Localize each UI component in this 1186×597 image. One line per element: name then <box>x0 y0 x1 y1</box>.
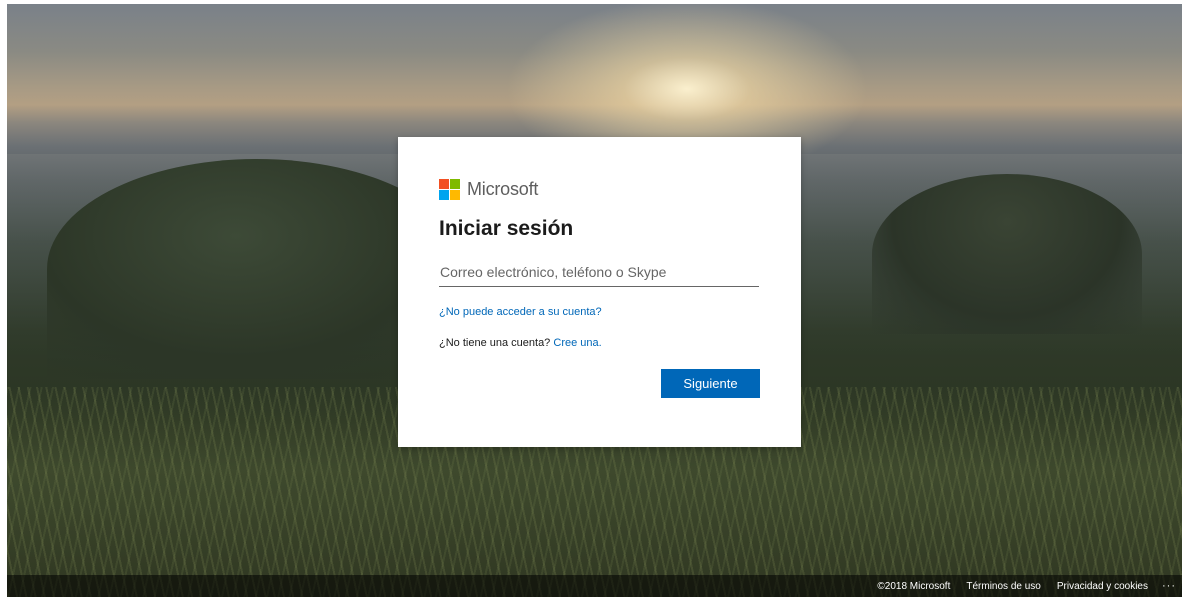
brand-name: Microsoft <box>467 178 539 199</box>
create-account-link[interactable]: Cree una. <box>553 337 601 349</box>
brand-header: Microsoft <box>439 177 760 201</box>
login-page: Microsoft Iniciar sesión ¿No puede acced… <box>7 4 1182 597</box>
logo-square-blue <box>439 189 449 200</box>
footer-bar: ©2018 Microsoft Términos de uso Privacid… <box>7 575 1182 597</box>
signin-card: Microsoft Iniciar sesión ¿No puede acced… <box>398 137 801 447</box>
right-hill <box>872 174 1142 334</box>
no-account-row: ¿No tiene una cuenta? Cree una. <box>439 337 760 349</box>
cant-access-row: ¿No puede acceder a su cuenta? <box>439 306 760 318</box>
terms-of-use-link[interactable]: Términos de uso <box>966 581 1040 592</box>
logo-square-red <box>439 178 449 189</box>
more-options-icon[interactable]: ··· <box>1162 580 1176 592</box>
page-title: Iniciar sesión <box>439 217 574 240</box>
copyright-text: ©2018 Microsoft <box>877 580 951 592</box>
next-button[interactable]: Siguiente <box>661 369 760 398</box>
email-phone-skype-input[interactable] <box>439 257 759 287</box>
actions-row: Siguiente <box>439 369 760 398</box>
cant-access-account-link[interactable]: ¿No puede acceder a su cuenta? <box>439 306 602 318</box>
logo-square-yellow <box>450 189 460 200</box>
no-account-text: ¿No tiene una cuenta? <box>439 337 551 349</box>
microsoft-logo-icon <box>439 178 460 200</box>
logo-square-green <box>450 178 460 189</box>
privacy-cookies-link[interactable]: Privacidad y cookies <box>1057 581 1148 592</box>
